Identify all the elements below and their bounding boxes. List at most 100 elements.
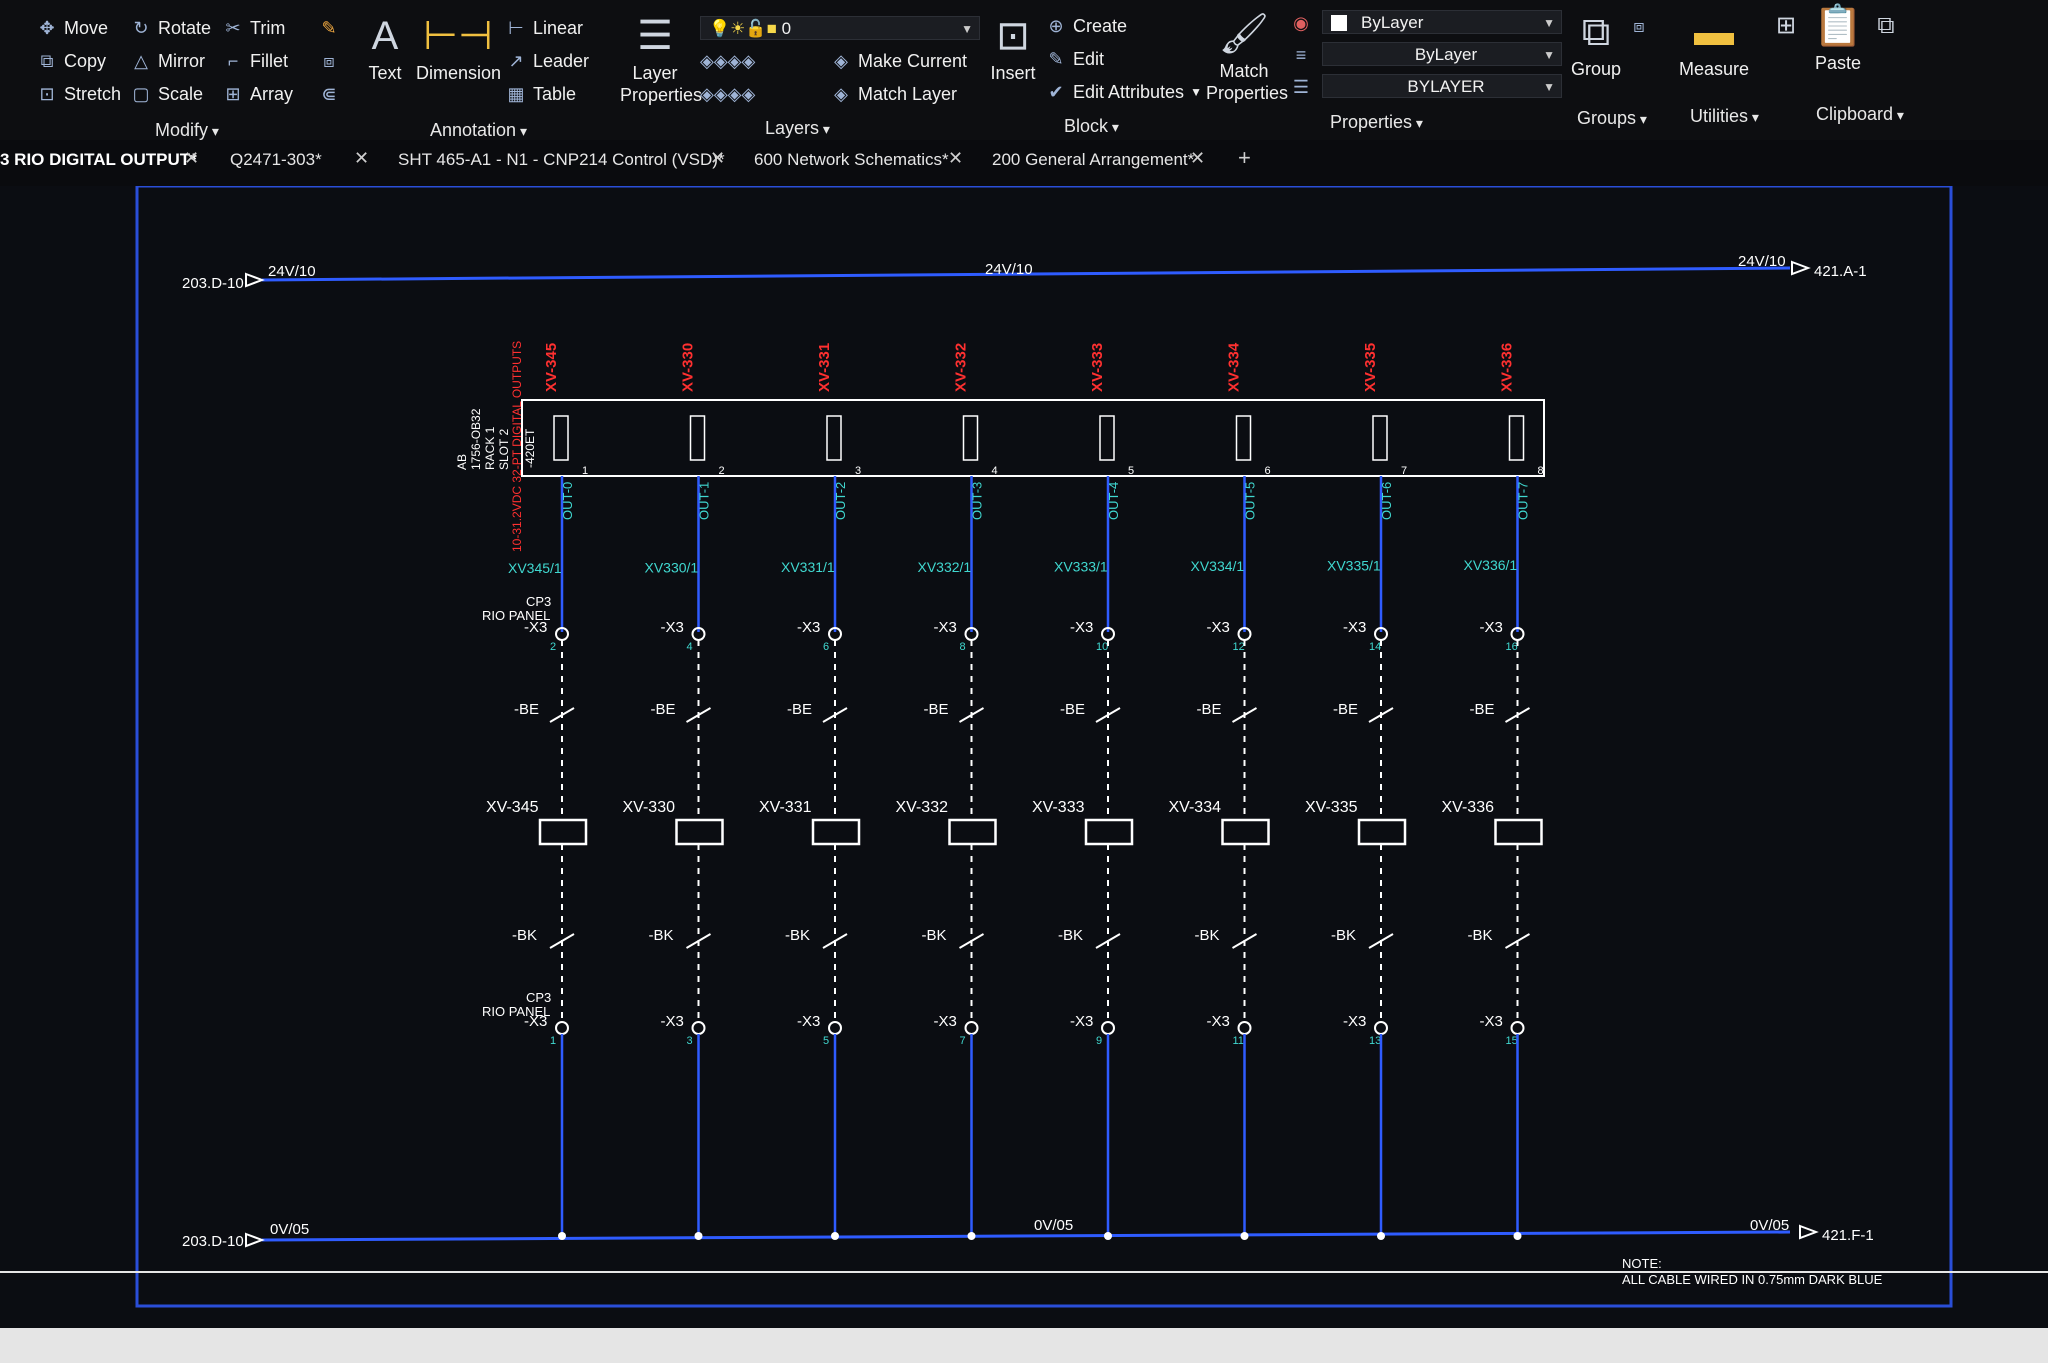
- bottom-rail-right-label: 0V/05: [1750, 1217, 1789, 1234]
- groups-group-label[interactable]: Groups: [1577, 108, 1647, 129]
- tab-general-arrangement[interactable]: 200 General Arrangement*: [992, 150, 1194, 170]
- copy-button[interactable]: ⧉ Copy: [36, 50, 106, 72]
- dimension-button[interactable]: ⊢⊣ Dimension: [416, 14, 501, 84]
- channel-tag-label: XV-336: [1499, 343, 1516, 392]
- tab-rio-digital-output[interactable]: 3 RIO DIGITAL OUTPUT*: [0, 150, 197, 170]
- text-icon: A: [371, 14, 399, 58]
- group-button[interactable]: ⧉ Group: [1568, 10, 1624, 80]
- move-button[interactable]: ✥ Move: [36, 17, 108, 39]
- paste-button[interactable]: 📋 Paste: [1810, 4, 1866, 74]
- close-icon[interactable]: ✕: [710, 148, 725, 169]
- tab-network-schematics[interactable]: 600 Network Schematics*: [754, 150, 949, 170]
- terminal-x3-label: -X3: [1343, 619, 1366, 636]
- color-dropdown[interactable]: ByLayer ▼: [1322, 10, 1562, 34]
- fillet-icon: ⌐: [227, 51, 239, 71]
- bk-label: -BK: [1331, 927, 1356, 944]
- linetype-dropdown[interactable]: ByLayer ▼: [1322, 42, 1562, 66]
- device-tag-label: XV-345: [486, 799, 539, 816]
- linear-button[interactable]: ⊢ Linear: [505, 17, 583, 39]
- top-rail-left-ref: 203.D-10: [182, 275, 244, 292]
- mirror-button[interactable]: △ Mirror: [130, 50, 205, 72]
- solenoid-coil: [1084, 818, 1134, 846]
- layer-tools-row-1[interactable]: ◈◈◈◈: [700, 50, 756, 72]
- channel-tag-label: XV-333: [1089, 343, 1106, 392]
- layer-tools-row-2[interactable]: ◈◈◈◈: [700, 83, 755, 105]
- stretch-button[interactable]: ⊡ Stretch: [36, 83, 121, 105]
- new-tab-plus-icon[interactable]: +: [1238, 145, 1251, 171]
- array-button[interactable]: ⊞ Array: [222, 83, 293, 105]
- rotate-button[interactable]: ↻ Rotate: [130, 17, 211, 39]
- erase-icon-button[interactable]: ✎: [318, 17, 340, 39]
- layer-dropdown[interactable]: 💡☀🔓■ 0 ▼: [700, 16, 980, 40]
- table-button[interactable]: ▦ Table: [505, 83, 576, 105]
- trim-button[interactable]: ✂ Trim: [222, 17, 285, 39]
- edit-attributes-button[interactable]: ✔ Edit Attributes ▼: [1045, 81, 1202, 103]
- pencil-icon: ✎: [321, 18, 337, 38]
- panel-label: RIO PANEL: [482, 608, 550, 623]
- create-block-button[interactable]: ⊕ Create: [1045, 15, 1127, 37]
- rail-junction-dot: [1377, 1232, 1385, 1240]
- color-wheel-icon-button[interactable]: ◉: [1290, 12, 1312, 34]
- group-tools-column[interactable]: ⧈: [1628, 10, 1650, 36]
- properties-group-label[interactable]: Properties: [1330, 112, 1423, 133]
- offset-icon-button[interactable]: ⧈: [318, 50, 340, 72]
- bottom-rail-mid-label: 0V/05: [1034, 1217, 1073, 1234]
- rail-junction-dot: [1513, 1232, 1522, 1240]
- layer-tool-icon: ◈◈◈◈: [700, 51, 756, 71]
- device-tag-label: XV-334: [1169, 799, 1222, 816]
- module-pin-number: 6: [1265, 465, 1271, 477]
- close-icon[interactable]: ✕: [184, 148, 199, 169]
- modify-group-label[interactable]: Modify: [155, 120, 219, 141]
- terminal-x3-label: -X3: [1207, 619, 1230, 636]
- layers-group-label[interactable]: Layers: [765, 118, 830, 139]
- out-label: OUT-2: [833, 482, 848, 520]
- chevron-down-icon: ▼: [1543, 16, 1555, 30]
- panel-label: CP3: [526, 594, 551, 609]
- tab-sht-465[interactable]: SHT 465-A1 - N1 - CNP214 Control (VSD)*: [398, 150, 725, 170]
- edit-block-button[interactable]: ✎ Edit: [1045, 48, 1104, 70]
- utility-tools-column[interactable]: ⊞: [1774, 4, 1798, 52]
- close-icon[interactable]: ✕: [948, 148, 963, 169]
- clipboard-group-label[interactable]: Clipboard: [1816, 104, 1904, 125]
- ruler-icon: ▬: [1694, 10, 1734, 54]
- scale-icon: ▢: [132, 84, 150, 104]
- annotation-group-label[interactable]: Annotation: [430, 120, 527, 141]
- device-tag-label: XV-331: [759, 799, 812, 816]
- array-icon: ⊞: [225, 84, 241, 104]
- tab-q2471[interactable]: Q2471-303*: [230, 150, 322, 170]
- terminal-x3-label: -X3: [661, 619, 684, 636]
- paste-icon: 📋: [1813, 4, 1863, 48]
- measure-button[interactable]: ▬ Measure: [1676, 10, 1752, 80]
- top-rail-mid-label: 24V/10: [985, 261, 1033, 278]
- match-properties-button[interactable]: 🖌 Match Properties: [1206, 12, 1288, 104]
- make-current-button[interactable]: ◈ Make Current: [830, 50, 967, 72]
- mirror-icon: △: [134, 51, 148, 71]
- channel-tag-label: XV-330: [680, 343, 697, 392]
- leader-icon: ↗: [508, 51, 524, 71]
- utilities-group-label[interactable]: Utilities: [1690, 106, 1759, 127]
- channel-tag-label: XV-334: [1226, 342, 1243, 392]
- terminal-top-number: 16: [1506, 641, 1518, 653]
- block-group-label[interactable]: Block: [1064, 116, 1119, 137]
- layer-properties-button[interactable]: ☰ Layer Properties: [620, 14, 702, 106]
- copy-clip-column[interactable]: ⧉: [1874, 4, 1898, 52]
- terminal-bottom-number: 11: [1233, 1035, 1244, 1047]
- lineweight-dropdown[interactable]: BYLAYER ▼: [1322, 74, 1562, 98]
- terminal-x3-label: -X3: [797, 619, 820, 636]
- insert-block-icon: ⊡: [996, 14, 1030, 58]
- solenoid-coil: [811, 818, 861, 846]
- close-icon[interactable]: ✕: [1190, 148, 1205, 169]
- scale-button[interactable]: ▢ Scale: [130, 83, 203, 105]
- fillet-button[interactable]: ⌐ Fillet: [222, 50, 288, 72]
- leader-button[interactable]: ↗ Leader: [505, 50, 589, 72]
- join-icon-button[interactable]: ⋐: [318, 83, 340, 105]
- terminal-x3-label: -X3: [661, 1013, 684, 1030]
- text-button[interactable]: A Text: [360, 14, 410, 84]
- drawing-canvas[interactable]: 203.D-10 24V/10 24V/10 24V/10 421.A-1 20…: [0, 186, 2048, 1328]
- close-icon[interactable]: ✕: [354, 148, 369, 169]
- linetype-icon-button[interactable]: ≡: [1290, 44, 1312, 66]
- insert-button[interactable]: ⊡ Insert: [985, 14, 1041, 84]
- lineweight-icon-button[interactable]: ☰: [1290, 76, 1312, 98]
- match-layer-button[interactable]: ◈ Match Layer: [830, 83, 957, 105]
- terminal-x3-label: -X3: [797, 1013, 820, 1030]
